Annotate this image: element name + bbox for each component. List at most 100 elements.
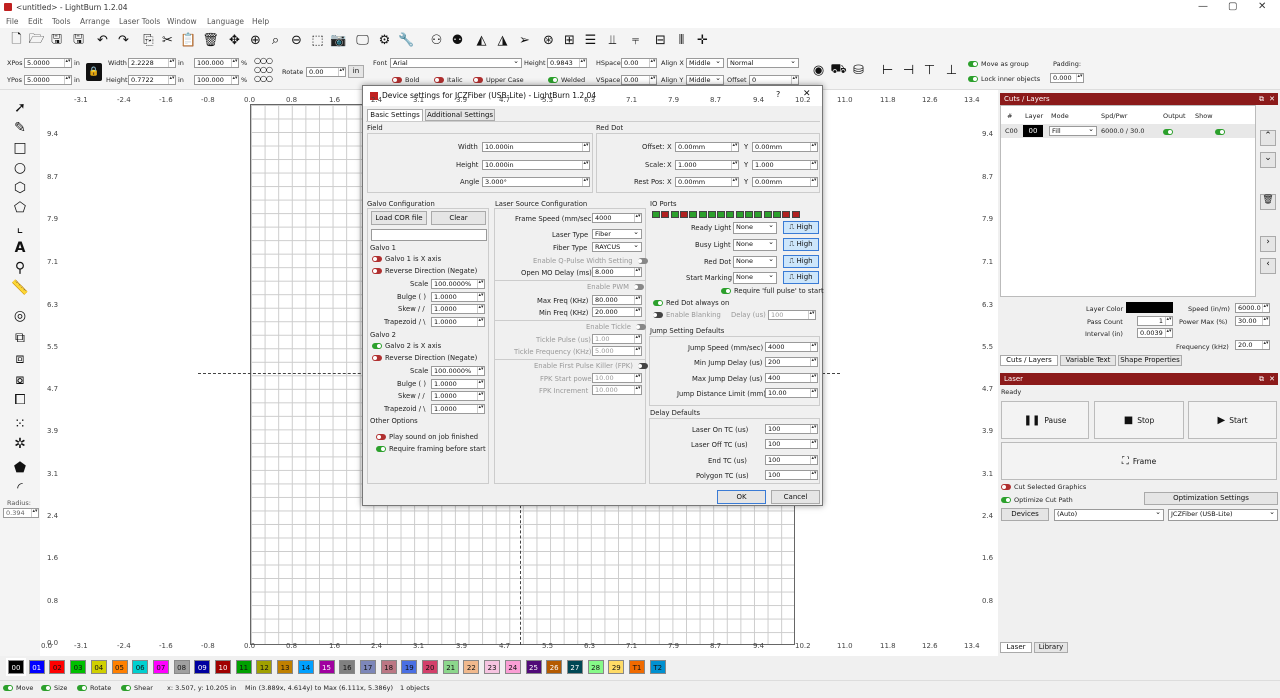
aligny-select[interactable]: Middle <box>686 75 724 85</box>
reddot-rest-x[interactable]: 0.00mm ▴▾ <box>675 177 739 187</box>
row-show-toggle[interactable] <box>1215 128 1228 136</box>
align-icon[interactable]: ⊞ <box>561 32 578 49</box>
tab-variable-text[interactable]: Variable Text <box>1060 355 1116 366</box>
cancel-button[interactable]: Cancel <box>771 490 820 504</box>
pen-icon[interactable]: ✎ <box>11 120 29 137</box>
galvo1-trapezoid-input[interactable]: 1.0000 ▴▾ <box>431 317 485 327</box>
full-pulse-toggle[interactable]: Require 'full pulse' to start <box>721 287 824 295</box>
cor-file-path[interactable] <box>371 229 487 241</box>
tab-basic-settings[interactable]: Basic Settings <box>367 109 423 121</box>
zoom-out-icon[interactable]: ⊖ <box>288 32 305 49</box>
palette-swatch[interactable]: 16 <box>339 660 356 674</box>
redo-icon[interactable]: ↷ <box>115 32 132 49</box>
row-output-toggle[interactable] <box>1163 128 1176 136</box>
xpos-field[interactable]: 5.0000 ▴▾ <box>24 58 72 68</box>
save-as-icon[interactable]: 🖫 <box>70 32 87 49</box>
select-arrow-icon[interactable]: ➚ <box>11 100 29 117</box>
palette-swatch[interactable]: 08 <box>173 660 190 674</box>
optimization-settings-button[interactable]: Optimization Settings <box>1144 492 1278 505</box>
laser-preview-icon[interactable]: ◉ <box>810 62 827 79</box>
align-left-icon[interactable]: ⊢ <box>879 62 896 79</box>
group-icon[interactable]: ⚇ <box>428 32 445 49</box>
tab-laser[interactable]: Laser <box>1000 642 1032 653</box>
reddot-scale-x[interactable]: 1.000 ▴▾ <box>675 160 739 170</box>
boolean-intersect-icon[interactable]: ⧇ <box>11 372 29 389</box>
fpk-start-input[interactable]: 10.00 ▴▾ <box>592 373 642 383</box>
field-height-input[interactable]: 10.000in ▴▾ <box>482 160 590 170</box>
fpk-toggle[interactable]: Enable First Pulse Killer (FPK) <box>534 362 651 370</box>
red-dot-select[interactable]: None <box>733 256 777 268</box>
menu-tools[interactable]: Tools <box>52 17 70 26</box>
ready-light-select[interactable]: None <box>733 222 777 234</box>
start-marking-high-button[interactable]: ⎍ High <box>783 271 819 284</box>
palette-swatch[interactable]: 02 <box>49 660 66 674</box>
start-button[interactable]: ▶ Start <box>1188 401 1277 439</box>
move-down-icon[interactable]: ⌄ <box>1260 152 1276 168</box>
zoom-fit-icon[interactable]: ⌕ <box>267 32 284 49</box>
galvo1-scale-input[interactable]: 100.0000% ▴▾ <box>431 279 485 289</box>
palette-swatch[interactable]: 18 <box>380 660 397 674</box>
tickle-freq-input[interactable]: 5.000 ▴▾ <box>592 346 642 356</box>
rotate-unit-button[interactable]: in <box>348 65 364 78</box>
delete-icon[interactable]: 🗑 <box>202 32 219 49</box>
menu-language[interactable]: Language <box>207 17 244 26</box>
palette-swatch[interactable]: 22 <box>463 660 480 674</box>
device-select[interactable]: JCZFiber (USB-Lite) <box>1168 509 1278 521</box>
palette-swatch[interactable]: 26 <box>546 660 563 674</box>
save-icon[interactable]: 🖫 <box>48 32 65 49</box>
menu-laser-tools[interactable]: Laser Tools <box>119 17 160 26</box>
play-sound-toggle[interactable]: Play sound on job finished <box>376 433 478 441</box>
palette-swatch[interactable]: 03 <box>70 660 87 674</box>
align-bottom-icon[interactable]: ⫧ <box>627 32 644 49</box>
reddot-scale-y[interactable]: 1.000 ▴▾ <box>752 160 818 170</box>
palette-swatch[interactable]: 06 <box>132 660 149 674</box>
tools-icon[interactable]: 🔧 <box>398 32 415 49</box>
lock-inner-toggle[interactable]: Lock inner objects <box>968 75 1040 83</box>
max-freq-input[interactable]: 80.000 ▴▾ <box>592 295 642 305</box>
port-select[interactable]: (Auto) <box>1054 509 1164 521</box>
rectangle-icon[interactable]: □ <box>11 140 29 157</box>
power-field[interactable]: 30.00 ▴▾ <box>1235 316 1270 326</box>
field-width-input[interactable]: 10.000in ▴▾ <box>482 142 590 152</box>
ok-button[interactable]: OK <box>717 490 766 504</box>
upper-case-toggle[interactable]: Upper Case <box>473 76 524 84</box>
qpulse-toggle[interactable]: Enable Q-Pulse Width Setting <box>533 257 651 265</box>
move-toggle[interactable]: Move <box>3 684 33 692</box>
palette-swatch[interactable]: 27 <box>566 660 583 674</box>
galvo1-bulge-input[interactable]: 1.0000 ▴▾ <box>431 292 485 302</box>
radius-field[interactable]: 0.394 ▴▾ <box>3 508 39 518</box>
rotate-field[interactable]: 0.00 ▴▾ <box>306 67 346 77</box>
blanking-toggle[interactable]: Enable Blanking <box>653 311 721 319</box>
busy-light-select[interactable]: None <box>733 239 777 251</box>
mode-select[interactable]: Normal <box>727 58 799 68</box>
scale-height-field[interactable]: 100.000 ▴▾ <box>194 75 239 85</box>
tab-library[interactable]: Library <box>1034 642 1068 653</box>
galvo1-skew-input[interactable]: 1.0000 ▴▾ <box>431 304 485 314</box>
copy-icon[interactable]: ⎘ <box>140 32 157 49</box>
palette-swatch[interactable]: 10 <box>215 660 231 674</box>
pass-count-field[interactable]: 1 ▴▾ <box>1137 316 1173 326</box>
bold-toggle[interactable]: Bold <box>392 76 419 84</box>
align-hcenter-icon[interactable]: ⊣ <box>900 62 917 79</box>
red-dot-always-toggle[interactable]: Red Dot always on <box>653 299 729 307</box>
ellipse-icon[interactable]: ○ <box>11 160 29 177</box>
measure-icon[interactable]: 📏 <box>11 280 29 297</box>
clear-cor-button[interactable]: Clear <box>431 211 486 225</box>
palette-swatch[interactable]: 15 <box>318 660 335 674</box>
galvo2-x-toggle[interactable]: Galvo 2 is X axis <box>372 342 441 350</box>
min-freq-input[interactable]: 20.000 ▴▾ <box>592 307 642 317</box>
pentagon-icon[interactable]: ⬠ <box>11 200 29 217</box>
vspace-field[interactable]: 0.00 ▴▾ <box>621 75 657 85</box>
frame-select-icon[interactable]: ⬚ <box>309 32 326 49</box>
size-toggle[interactable]: Size <box>41 684 67 692</box>
row-mode-select[interactable]: Fill <box>1049 126 1097 136</box>
laser-on-input[interactable]: 100 ▴▾ <box>765 424 818 434</box>
end-tc-input[interactable]: 100 ▴▾ <box>765 455 818 465</box>
frequency-field[interactable]: 20.0 ▴▾ <box>1235 340 1270 350</box>
menu-help[interactable]: Help <box>252 17 269 26</box>
galvo2-trapezoid-input[interactable]: 1.0000 ▴▾ <box>431 404 485 414</box>
padding-field[interactable]: 0.000 ▴▾ <box>1050 73 1084 83</box>
field-angle-input[interactable]: 3.000° ▴▾ <box>482 177 590 187</box>
rotate-toggle[interactable]: Rotate <box>77 684 111 692</box>
camera-icon[interactable]: 📷 <box>330 32 347 49</box>
